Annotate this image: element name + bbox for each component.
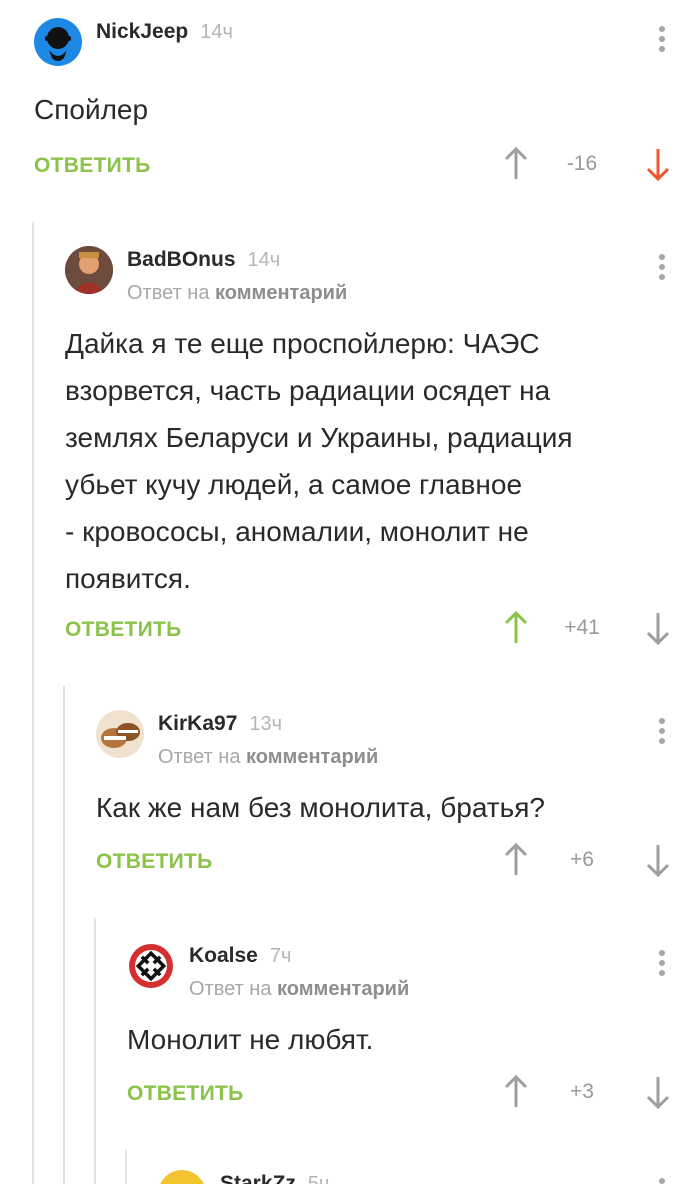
comment-time: 7ч [269, 945, 292, 967]
author-name[interactable]: BadBOnus 14ч [127, 248, 280, 272]
reply-to-link[interactable]: комментарий [246, 746, 378, 768]
vote-controls: -16 [502, 144, 672, 184]
kebab-menu-icon[interactable] [658, 26, 666, 56]
avatar-icon [65, 246, 113, 294]
comment-header: KirKa97 13ч Ответ на комментарий [96, 710, 700, 770]
thread-line-level-3 [94, 918, 96, 1184]
comment-header: NickJeep 14ч [34, 18, 700, 78]
reply-button[interactable]: ОТВЕТИТЬ [96, 850, 213, 874]
kebab-menu-icon[interactable] [658, 254, 666, 284]
avatar-icon [96, 710, 144, 758]
up-arrow-icon[interactable] [502, 146, 530, 182]
reply-to-line: Ответ на комментарий [127, 282, 348, 304]
author-name[interactable]: StarkZz 5ч [220, 1172, 329, 1184]
vote-score: -16 [566, 152, 598, 175]
author-name[interactable]: Koalse 7ч [189, 944, 291, 968]
down-arrow-icon[interactable] [644, 842, 672, 878]
down-arrow-icon[interactable] [644, 146, 672, 182]
avatar[interactable] [65, 246, 113, 294]
avatar[interactable] [96, 710, 144, 758]
avatar[interactable] [34, 18, 82, 66]
comment-starkzz: StarkZz 5ч [158, 1170, 700, 1184]
avatar[interactable] [158, 1170, 206, 1184]
reply-to-line: Ответ на комментарий [158, 746, 379, 768]
down-arrow-icon[interactable] [644, 1074, 672, 1110]
comment-time: 13ч [249, 713, 283, 735]
thread-line-level-1 [32, 222, 34, 1184]
thread-line-level-4 [125, 1150, 127, 1184]
comment-time: 5ч [307, 1173, 330, 1184]
comment-header: StarkZz 5ч [158, 1170, 700, 1184]
thread-line-level-2 [63, 686, 65, 1184]
comment-text: Как же нам без монолита, братья? [96, 792, 545, 823]
comment-koalse: Koalse 7ч Ответ на комментарий Монолит не… [127, 942, 700, 1132]
vote-score: +6 [570, 848, 594, 871]
down-arrow-icon[interactable] [644, 610, 672, 646]
reply-button[interactable]: ОТВЕТИТЬ [34, 154, 151, 178]
comment-text: Монолит не любят. [127, 1024, 374, 1055]
vote-score: +41 [564, 616, 600, 639]
kebab-menu-icon[interactable] [658, 718, 666, 748]
kebab-menu-icon[interactable] [658, 950, 666, 980]
up-arrow-icon[interactable] [502, 1074, 530, 1110]
comment-time: 14ч [200, 21, 233, 43]
avatar[interactable] [127, 942, 175, 990]
reply-to-line: Ответ на комментарий [189, 978, 410, 1000]
kebab-menu-icon[interactable] [658, 1178, 666, 1184]
reply-button[interactable]: ОТВЕТИТЬ [65, 618, 182, 642]
reply-to-link[interactable]: комментарий [215, 282, 347, 304]
comment-time: 14ч [247, 249, 281, 271]
vote-controls: +41 [502, 608, 672, 648]
vote-controls: +6 [502, 840, 672, 880]
comment-text: Дайка я те еще проспойлерю: ЧАЭС взорвет… [65, 328, 573, 594]
comment-text: Спойлер [34, 94, 149, 125]
comment-header: BadBOnus 14ч Ответ на комментарий [65, 246, 700, 306]
avatar-icon [129, 944, 173, 988]
author-name[interactable]: NickJeep 14ч [96, 20, 233, 44]
reply-to-link[interactable]: комментарий [277, 978, 409, 1000]
vote-score: +3 [570, 1080, 594, 1103]
avatar-icon [45, 27, 71, 61]
comment-header: Koalse 7ч Ответ на комментарий [127, 942, 700, 1002]
comment-nickjeep: NickJeep 14ч Спойлер ОТВЕТИТЬ -16 [34, 18, 700, 198]
comment-kirka97: KirKa97 13ч Ответ на комментарий Как же н… [96, 710, 700, 900]
up-arrow-icon[interactable] [502, 842, 530, 878]
comment-badbonus: BadBOnus 14ч Ответ на комментарий Дайка я… [65, 246, 700, 666]
vote-controls: +3 [502, 1072, 672, 1112]
up-arrow-icon[interactable] [502, 610, 530, 646]
reply-button[interactable]: ОТВЕТИТЬ [127, 1082, 244, 1106]
author-name[interactable]: KirKa97 13ч [158, 712, 282, 736]
